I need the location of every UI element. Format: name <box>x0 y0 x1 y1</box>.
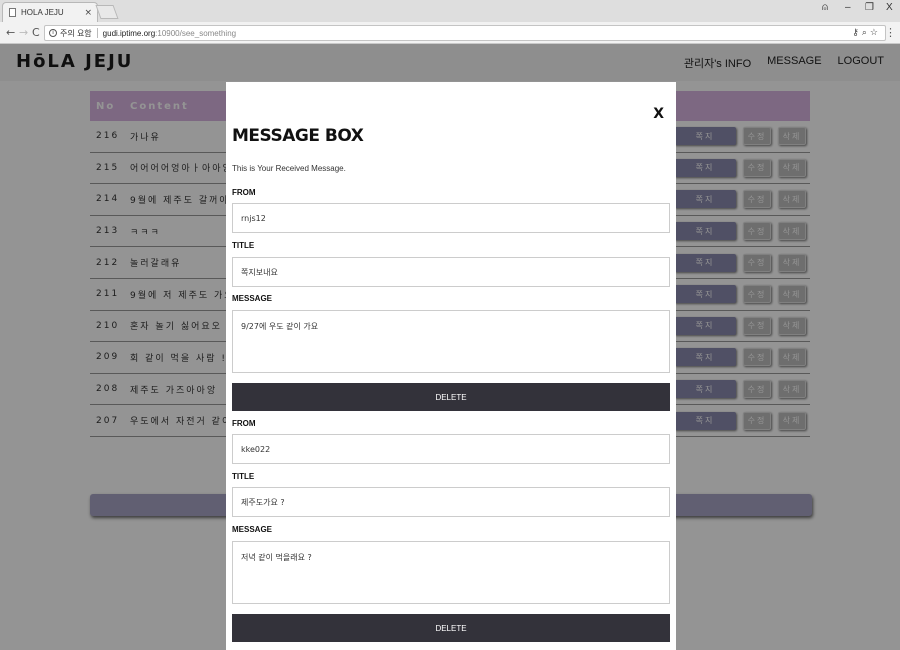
modal-title: MESSAGE BOX <box>232 126 364 146</box>
browser-tabstrip: HOLA JEJU × ⍝ – ❐ X <box>0 0 900 22</box>
user-profile-icon[interactable]: ⍝ <box>822 2 828 13</box>
security-label: 주의 요함 <box>60 28 92 38</box>
maximize-button[interactable]: ❐ <box>865 2 874 13</box>
from-field[interactable]: kke022 <box>232 434 670 464</box>
url-path: :10900/see_something <box>155 28 237 38</box>
message-textarea[interactable]: 저녁 같이 먹을래요 ? <box>232 541 670 604</box>
omnibox-icons[interactable]: ⚷⌕☆ <box>852 27 881 38</box>
browser-toolbar: ← → C i 주의 요함 gudi.iptime.org:10900/see_… <box>0 22 900 44</box>
modal-subtitle: This is Your Received Message. <box>232 164 346 173</box>
from-field[interactable]: rnjs12 <box>232 203 670 233</box>
delete-button[interactable]: DELETE <box>232 614 670 642</box>
from-label: FROM <box>232 188 256 197</box>
title-label: TITLE <box>232 241 255 250</box>
reload-icon[interactable]: C <box>32 26 40 39</box>
message-label: MESSAGE <box>232 525 273 534</box>
url-host: gudi.iptime.org <box>102 28 156 38</box>
menu-dots-icon[interactable]: ⋮ <box>885 26 896 39</box>
message-label: MESSAGE <box>232 294 273 303</box>
message-modal: X MESSAGE BOX This is Your Received Mess… <box>226 82 676 650</box>
url-bar[interactable]: i 주의 요함 gudi.iptime.org:10900/see_someth… <box>44 25 886 41</box>
tab-title: HOLA JEJU <box>21 8 64 17</box>
minimize-button[interactable]: – <box>845 2 851 13</box>
new-tab-button[interactable] <box>95 5 119 19</box>
back-arrow-icon[interactable]: ← <box>6 26 15 39</box>
from-label: FROM <box>232 419 256 428</box>
divider <box>96 28 98 38</box>
forward-arrow-icon[interactable]: → <box>19 26 28 39</box>
title-field[interactable]: 제주도가요 ? <box>232 487 670 517</box>
window-close-button[interactable]: X <box>886 2 893 13</box>
close-icon[interactable]: X <box>653 106 664 122</box>
browser-tab[interactable]: HOLA JEJU × <box>2 2 98 22</box>
tab-close-icon[interactable]: × <box>84 8 92 18</box>
info-icon[interactable]: i <box>49 29 57 37</box>
message-textarea[interactable]: 9/27에 우도 같이 가요 <box>232 310 670 373</box>
title-label: TITLE <box>232 472 255 481</box>
delete-button[interactable]: DELETE <box>232 383 670 411</box>
title-field[interactable]: 쪽지보내요 <box>232 257 670 287</box>
document-icon <box>9 8 16 17</box>
